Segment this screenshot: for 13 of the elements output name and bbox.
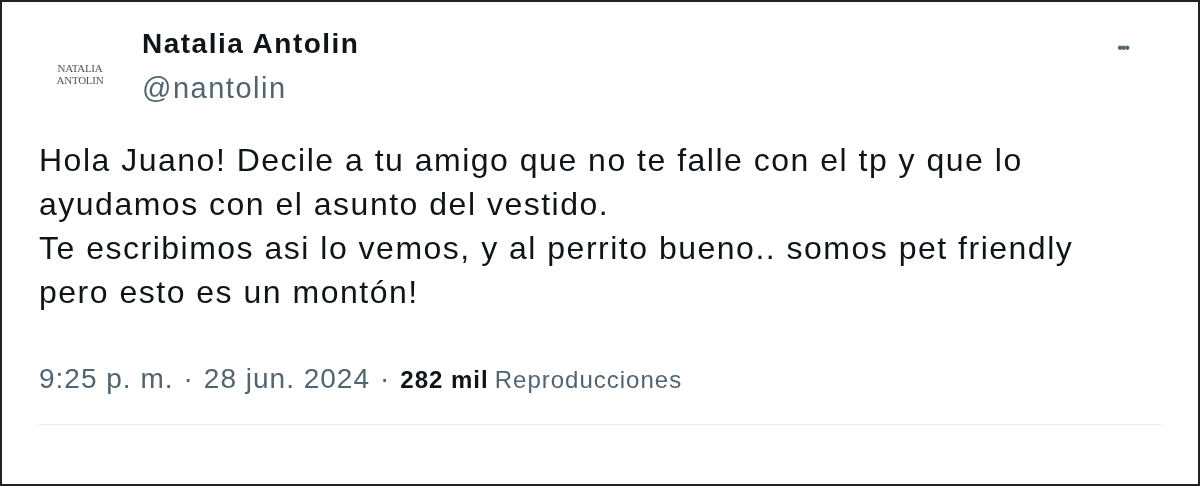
tweet-text: Te escribimos asi lo vemos, y al perrito bueno.. somos pet friendly pero esto es un montón! [39, 229, 1075, 312]
author-handle[interactable]: @nantolin [142, 70, 360, 106]
logo-text: ANTOLIN [56, 74, 104, 86]
logo-text: NATALIA [57, 62, 103, 74]
tweet-text: Hola Juano! Decile a tu amigo que no te falle con el tp y que lo ayudamos con el asunto del vestido. [39, 141, 1024, 224]
views-count: 282 mil [400, 365, 489, 395]
tweet-date[interactable]: 28 jun. 2024 [203, 358, 370, 400]
separator: · [380, 362, 391, 396]
tweet-time[interactable]: 9:25 p. m. [39, 358, 174, 400]
separator: · [183, 362, 194, 396]
views-label: Reproducciones [494, 365, 683, 395]
more-button[interactable]: ••• [1117, 36, 1128, 60]
author-name[interactable]: Natalia Antolin [142, 26, 360, 62]
